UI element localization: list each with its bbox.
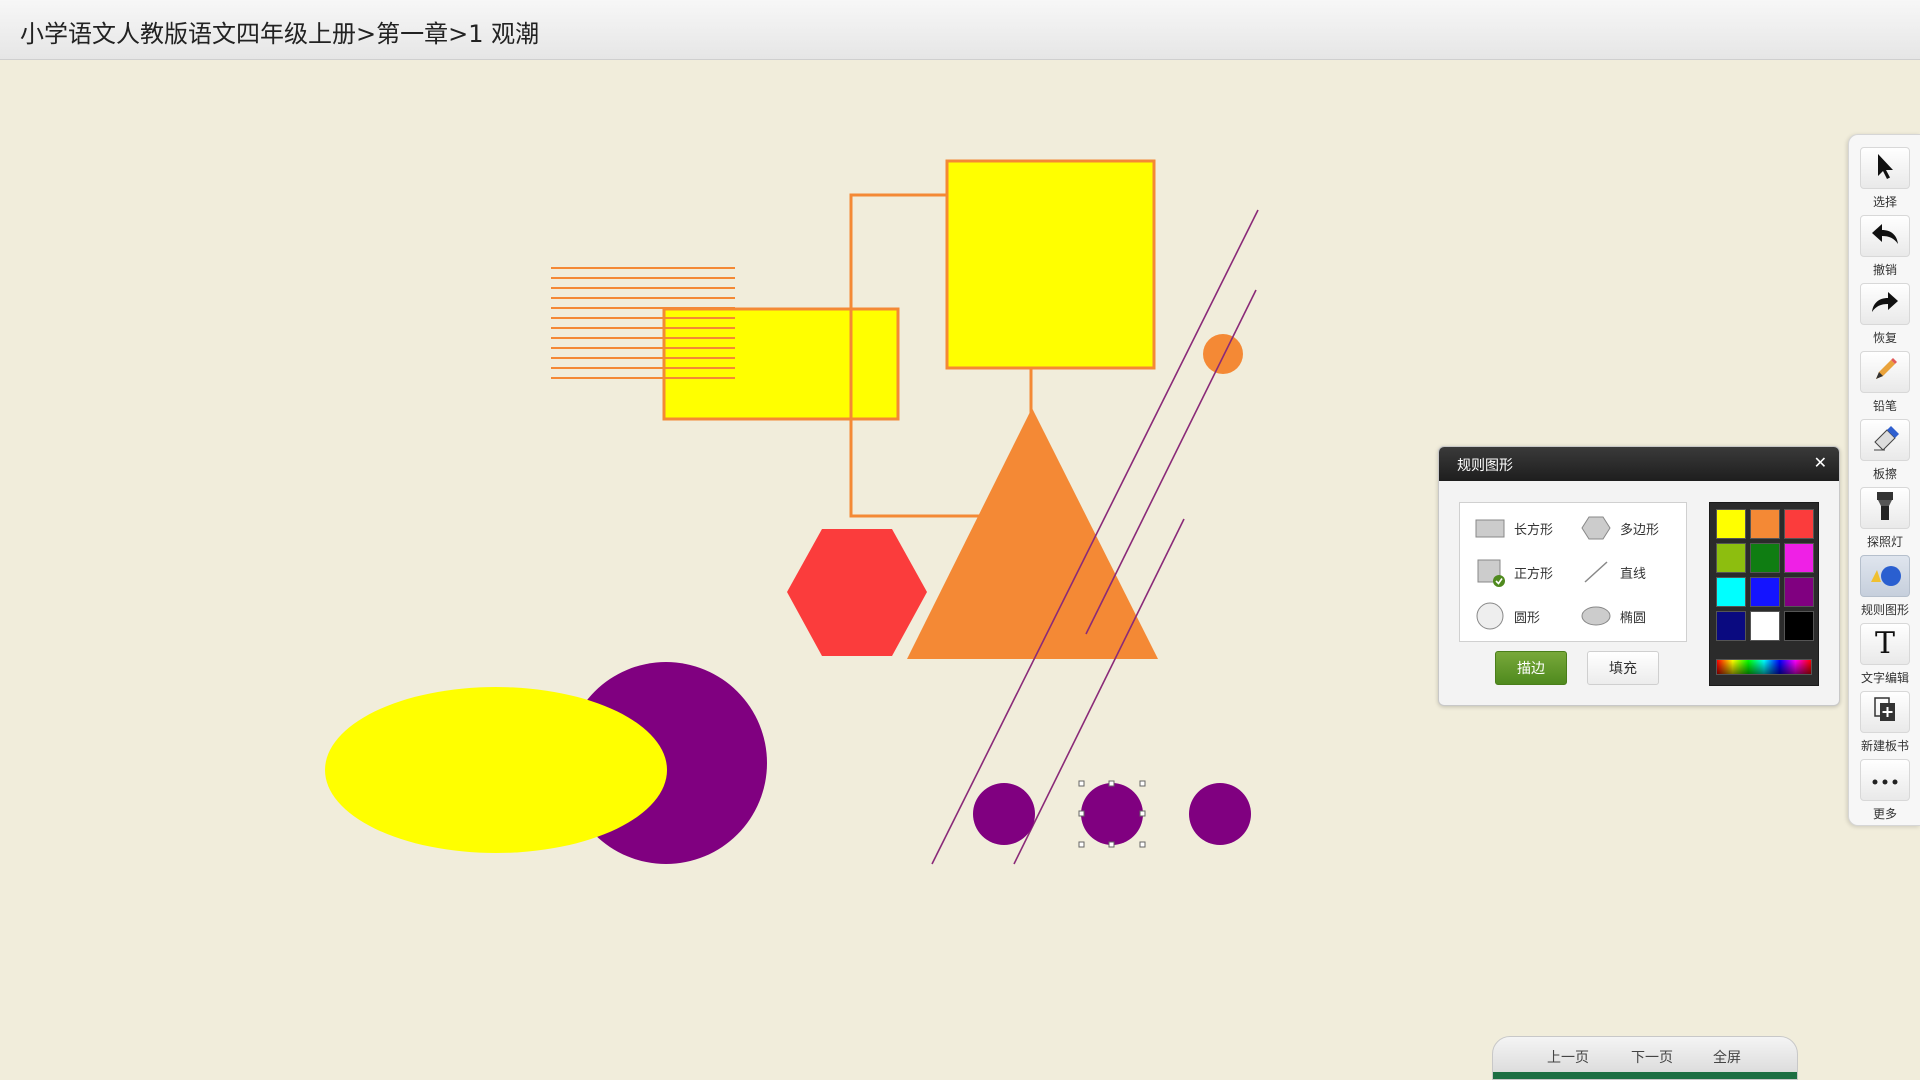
more-icon — [1870, 771, 1900, 790]
tool-text-label: 文字编辑 — [1860, 671, 1909, 685]
color-swatch[interactable] — [1716, 543, 1746, 573]
right-toolbar: 选择 撤销 恢复 铅笔 板擦 探照灯 规则图形 T 文字编辑 新建板书 更多 — [1848, 134, 1920, 826]
prev-page-button[interactable]: 上一页 — [1547, 1047, 1589, 1067]
redo-icon — [1870, 289, 1900, 319]
ellipse-icon — [1578, 601, 1614, 631]
stroke-button[interactable]: 描边 — [1495, 651, 1567, 685]
flashlight-icon — [1874, 490, 1896, 526]
orange-circle[interactable] — [1203, 334, 1243, 374]
rectangle-icon — [1472, 513, 1508, 543]
color-swatch[interactable] — [1784, 543, 1814, 573]
undo-icon — [1870, 221, 1900, 251]
tool-undo[interactable]: 撤销 — [1857, 215, 1913, 281]
line-icon — [1578, 557, 1614, 587]
color-swatch[interactable] — [1750, 577, 1780, 607]
color-swatch[interactable] — [1784, 577, 1814, 607]
eraser-icon — [1871, 424, 1899, 456]
shape-label: 椭圆 — [1620, 610, 1647, 626]
tool-more-label: 更多 — [1872, 807, 1897, 821]
text-icon: T — [1872, 626, 1898, 661]
color-swatch[interactable] — [1784, 509, 1814, 539]
square-icon — [1472, 557, 1508, 587]
fill-button[interactable]: 填充 — [1587, 651, 1659, 685]
cursor-icon — [1873, 152, 1897, 184]
color-swatch[interactable] — [1750, 509, 1780, 539]
shape-option-ellipse[interactable]: 椭圆 — [1578, 601, 1646, 631]
tool-new-board-label: 新建板书 — [1860, 739, 1909, 753]
shape-label: 长方形 — [1514, 522, 1554, 538]
new-board-icon — [1872, 696, 1898, 728]
shape-label: 直线 — [1620, 566, 1647, 582]
color-swatch[interactable] — [1716, 577, 1746, 607]
regular-shapes-panel: 规则图形 ✕ 长方形 多边形 正方形 直线 圆形 椭圆 描边 填充 — [1438, 446, 1840, 706]
color-spectrum[interactable] — [1716, 659, 1812, 675]
shapes-icon — [1867, 560, 1903, 592]
orange-triangle[interactable] — [907, 408, 1158, 659]
tool-new-board[interactable]: 新建板书 — [1857, 691, 1913, 757]
tool-regular-shapes[interactable]: 规则图形 — [1857, 555, 1913, 621]
color-palette — [1709, 502, 1819, 686]
purple-circle-selected[interactable] — [1081, 783, 1143, 845]
shape-label: 正方形 — [1514, 566, 1554, 582]
tool-pencil-label: 铅笔 — [1872, 399, 1897, 413]
next-page-button[interactable]: 下一页 — [1631, 1047, 1673, 1067]
tool-regular-shapes-label: 规则图形 — [1860, 603, 1909, 617]
tool-undo-label: 撤销 — [1872, 263, 1897, 277]
tool-select[interactable]: 选择 — [1857, 147, 1913, 213]
svg-text:T: T — [1875, 627, 1895, 657]
shape-option-square[interactable]: 正方形 — [1472, 557, 1553, 587]
color-swatch[interactable] — [1784, 611, 1814, 641]
shape-options: 长方形 多边形 正方形 直线 圆形 椭圆 — [1459, 502, 1687, 642]
shape-option-circle[interactable]: 圆形 — [1472, 601, 1540, 631]
circle-icon — [1472, 601, 1508, 631]
color-swatch[interactable] — [1716, 509, 1746, 539]
shape-label: 圆形 — [1514, 610, 1541, 626]
color-swatch[interactable] — [1750, 611, 1780, 641]
tool-spotlight[interactable]: 探照灯 — [1857, 487, 1913, 553]
shape-option-line[interactable]: 直线 — [1578, 557, 1646, 587]
color-swatch[interactable] — [1716, 611, 1746, 641]
tool-text[interactable]: T 文字编辑 — [1857, 623, 1913, 689]
tool-more[interactable]: 更多 — [1857, 759, 1913, 825]
panel-title: 规则图形 — [1457, 458, 1513, 474]
pencil-icon — [1871, 356, 1899, 388]
red-hexagon[interactable] — [787, 529, 927, 656]
nav-strip — [1493, 1072, 1797, 1079]
tool-eraser-label: 板擦 — [1872, 467, 1897, 481]
tool-eraser[interactable]: 板擦 — [1857, 419, 1913, 485]
bottom-nav: 上一页 下一页 全屏 — [1492, 1036, 1798, 1080]
hatch-lines-overlay — [664, 317, 735, 379]
color-swatch[interactable] — [1750, 543, 1780, 573]
panel-header[interactable]: 规则图形 ✕ — [1439, 447, 1839, 481]
yellow-square[interactable] — [945, 159, 1156, 370]
polygon-icon — [1578, 513, 1614, 543]
shape-option-rectangle[interactable]: 长方形 — [1472, 513, 1553, 543]
yellow-ellipse[interactable] — [325, 687, 667, 853]
purple-circle-small[interactable] — [1189, 783, 1251, 845]
close-icon[interactable]: ✕ — [1814, 453, 1827, 472]
yellow-rectangle[interactable] — [662, 307, 900, 421]
tool-select-label: 选择 — [1872, 195, 1897, 209]
tool-redo-label: 恢复 — [1872, 331, 1897, 345]
purple-circle-small[interactable] — [973, 783, 1035, 845]
tool-pencil[interactable]: 铅笔 — [1857, 351, 1913, 417]
tool-redo[interactable]: 恢复 — [1857, 283, 1913, 349]
shape-option-polygon[interactable]: 多边形 — [1578, 513, 1659, 543]
fullscreen-button[interactable]: 全屏 — [1713, 1047, 1741, 1067]
tool-spotlight-label: 探照灯 — [1866, 535, 1903, 549]
shape-label: 多边形 — [1620, 522, 1660, 538]
